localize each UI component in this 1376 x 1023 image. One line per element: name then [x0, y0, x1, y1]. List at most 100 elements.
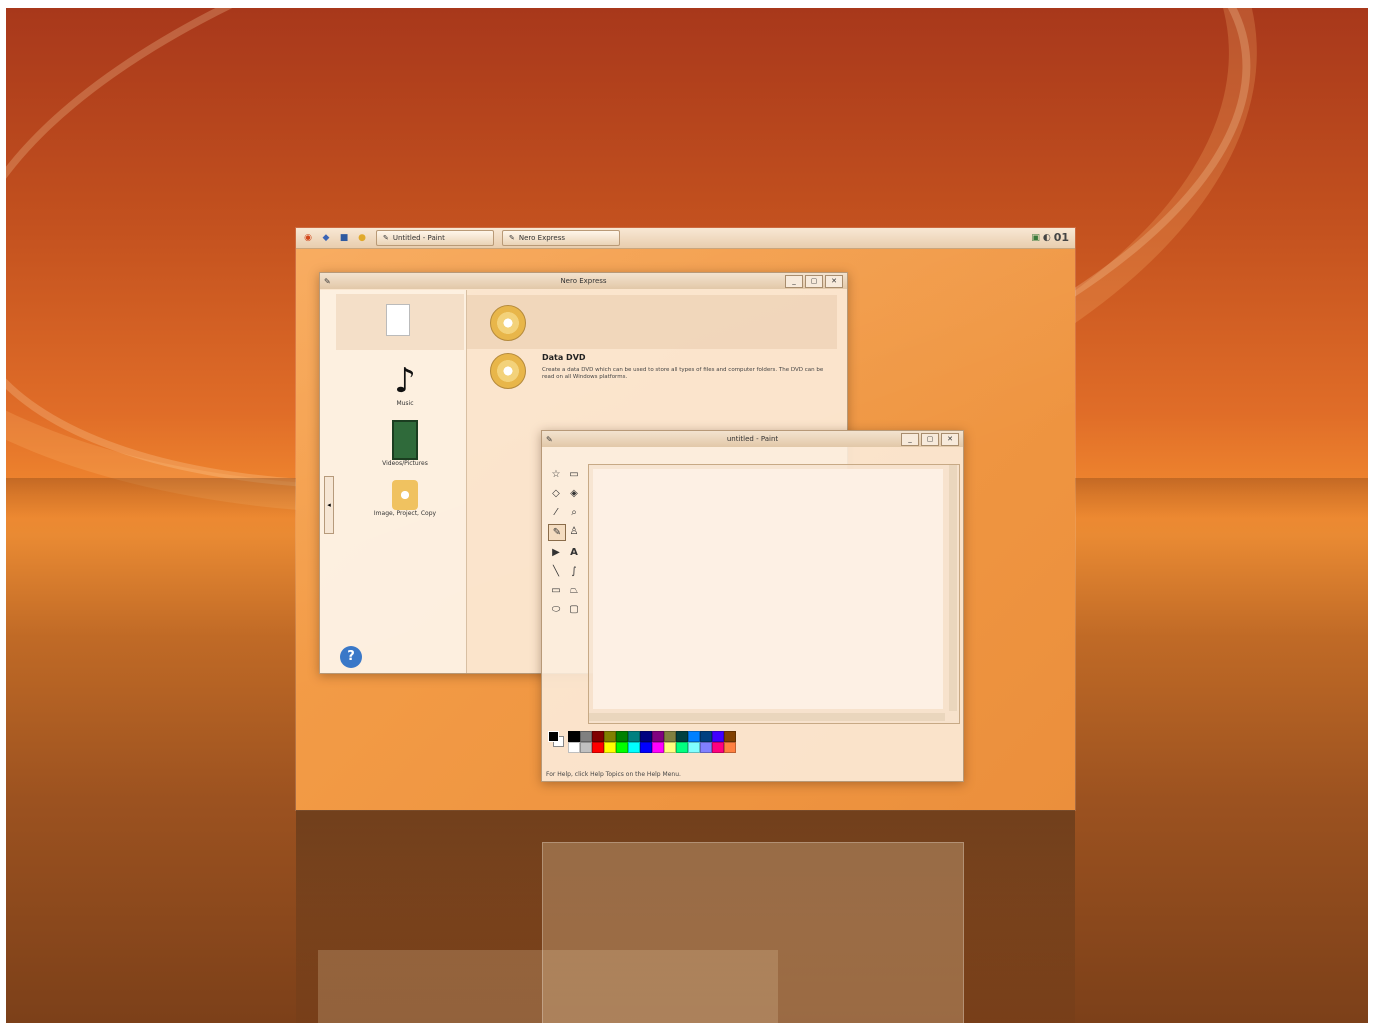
- task-button-paint[interactable]: ✎ Untitled - Paint: [376, 230, 494, 246]
- palette-swatch[interactable]: [724, 731, 736, 742]
- option-title: Data DVD: [542, 353, 586, 362]
- window-title: Nero Express: [560, 277, 607, 285]
- fill-icon[interactable]: ◈: [566, 486, 582, 501]
- rect-select-icon[interactable]: ▭: [566, 467, 582, 482]
- ubuntu-menu-icon[interactable]: ◉: [302, 232, 314, 244]
- status-bar: For Help, click Help Topics on the Help …: [546, 771, 681, 778]
- maximize-button[interactable]: ▢: [921, 433, 939, 446]
- disc-image-icon: [392, 480, 418, 510]
- sidebar-item-music[interactable]: ♪ Music: [360, 362, 450, 407]
- palette-swatch[interactable]: [604, 731, 616, 742]
- palette-swatch[interactable]: [640, 742, 652, 753]
- nero-icon: ✎: [509, 234, 515, 242]
- browser-launcher-icon[interactable]: ◆: [320, 232, 332, 244]
- rectangle-icon[interactable]: ▭: [548, 583, 564, 598]
- task-button-nero[interactable]: ✎ Nero Express: [502, 230, 620, 246]
- taskbar: ◉ ◆ ■ ● ✎ Untitled - Paint ✎ Nero Expres…: [296, 228, 1075, 249]
- pencil-icon[interactable]: ✎: [548, 524, 566, 541]
- vertical-scrollbar[interactable]: [949, 465, 957, 711]
- desktop-reflection: [296, 810, 1075, 1023]
- help-launcher-icon[interactable]: ●: [356, 232, 368, 244]
- palette-swatch[interactable]: [724, 742, 736, 753]
- horizontal-scrollbar[interactable]: [589, 713, 945, 721]
- brush-icon[interactable]: ♙: [566, 524, 582, 539]
- volume-icon[interactable]: ◐: [1043, 233, 1051, 243]
- palette-swatch[interactable]: [592, 742, 604, 753]
- nero-sidebar: ♪ Music Videos/Pictures Image, Project, …: [320, 290, 467, 673]
- palette-swatch[interactable]: [688, 742, 700, 753]
- palette-swatch[interactable]: [616, 742, 628, 753]
- magnifier-icon[interactable]: ⌕: [566, 505, 582, 520]
- foreground-color: [548, 731, 559, 742]
- network-icon[interactable]: ▣: [1031, 233, 1040, 243]
- color-palette: [548, 731, 736, 753]
- palette-swatch[interactable]: [664, 731, 676, 742]
- palette-swatch[interactable]: [568, 742, 580, 753]
- window-title: untitled - Paint: [726, 435, 779, 443]
- document-icon[interactable]: [386, 304, 410, 336]
- palette-swatches: [568, 731, 736, 753]
- palette-swatch[interactable]: [628, 742, 640, 753]
- paint-icon: ✎: [383, 234, 389, 242]
- palette-swatch[interactable]: [592, 731, 604, 742]
- reflection-paint: [542, 842, 964, 1023]
- sidebar-item-label: Music: [396, 400, 414, 407]
- palette-swatch[interactable]: [640, 731, 652, 742]
- dvd-option-icon: [490, 305, 526, 341]
- option-data-dvd[interactable]: Data DVD Create a data DVD which can be …: [490, 351, 830, 395]
- drawing-canvas[interactable]: [593, 469, 943, 709]
- task-button-label: Untitled - Paint: [392, 234, 445, 242]
- ellipse-icon[interactable]: ⬭: [548, 602, 564, 617]
- system-tray: ▣ ◐ 01: [1031, 231, 1069, 244]
- palette-swatch[interactable]: [700, 731, 712, 742]
- polygon-icon[interactable]: ⏢: [566, 583, 582, 598]
- nero-titlebar[interactable]: ✎ Nero Express _ ▢ ✕: [320, 273, 847, 289]
- palette-swatch[interactable]: [652, 742, 664, 753]
- music-note-icon: ♪: [394, 361, 416, 401]
- palette-swatch[interactable]: [580, 731, 592, 742]
- sidebar-item-image-project[interactable]: Image, Project, Copy: [360, 480, 450, 517]
- rounded-rectangle-icon[interactable]: ▢: [566, 602, 582, 617]
- palette-swatch[interactable]: [580, 742, 592, 753]
- help-button[interactable]: ?: [340, 646, 362, 668]
- airbrush-icon[interactable]: ▶: [548, 545, 564, 560]
- palette-swatch[interactable]: [700, 742, 712, 753]
- paint-titlebar[interactable]: ✎ untitled - Paint _ ▢ ✕: [542, 431, 963, 447]
- palette-swatch[interactable]: [676, 742, 688, 753]
- palette-swatch[interactable]: [604, 742, 616, 753]
- close-button[interactable]: ✕: [941, 433, 959, 446]
- task-button-label: Nero Express: [518, 234, 565, 242]
- eyedropper-icon[interactable]: ⁄: [548, 505, 564, 520]
- palette-swatch[interactable]: [688, 731, 700, 742]
- current-colors[interactable]: [548, 731, 564, 747]
- line-icon[interactable]: ╲: [548, 564, 564, 579]
- data-dvd-icon: [490, 353, 526, 389]
- eraser-icon[interactable]: ◇: [548, 486, 564, 501]
- palette-swatch[interactable]: [652, 731, 664, 742]
- palette-swatch[interactable]: [628, 731, 640, 742]
- palette-swatch[interactable]: [712, 731, 724, 742]
- palette-swatch[interactable]: [676, 731, 688, 742]
- text-icon[interactable]: A: [566, 545, 582, 560]
- sidebar-item-label: Videos/Pictures: [382, 460, 428, 467]
- close-button[interactable]: ✕: [825, 275, 843, 288]
- palette-swatch[interactable]: [712, 742, 724, 753]
- sidebar-item-label: Image, Project, Copy: [373, 510, 437, 517]
- palette-swatch[interactable]: [568, 731, 580, 742]
- film-icon: [392, 420, 418, 460]
- paint-toolbox: ☆ ▭ ◇ ◈ ⁄ ⌕ ✎ ♙ ▶ A ╲ ∫ ▭ ⏢ ⬭ ▢: [548, 467, 584, 617]
- minimize-button[interactable]: _: [785, 275, 803, 288]
- maximize-button[interactable]: ▢: [805, 275, 823, 288]
- minimize-button[interactable]: _: [901, 433, 919, 446]
- paint-window: ✎ untitled - Paint _ ▢ ✕ ☆ ▭ ◇ ◈ ⁄ ⌕ ✎ ♙…: [541, 430, 964, 782]
- clock[interactable]: 01: [1054, 231, 1069, 244]
- paint-menubar[interactable]: [542, 447, 963, 461]
- palette-swatch[interactable]: [616, 731, 628, 742]
- sidebar-item-videos[interactable]: Videos/Pictures: [360, 420, 450, 467]
- sidebar-collapse-handle[interactable]: ◂: [324, 476, 334, 534]
- option-description: Create a data DVD which can be used to s…: [542, 367, 824, 380]
- mail-launcher-icon[interactable]: ■: [338, 232, 350, 244]
- palette-swatch[interactable]: [664, 742, 676, 753]
- curve-icon[interactable]: ∫: [566, 564, 582, 579]
- free-select-icon[interactable]: ☆: [548, 467, 564, 482]
